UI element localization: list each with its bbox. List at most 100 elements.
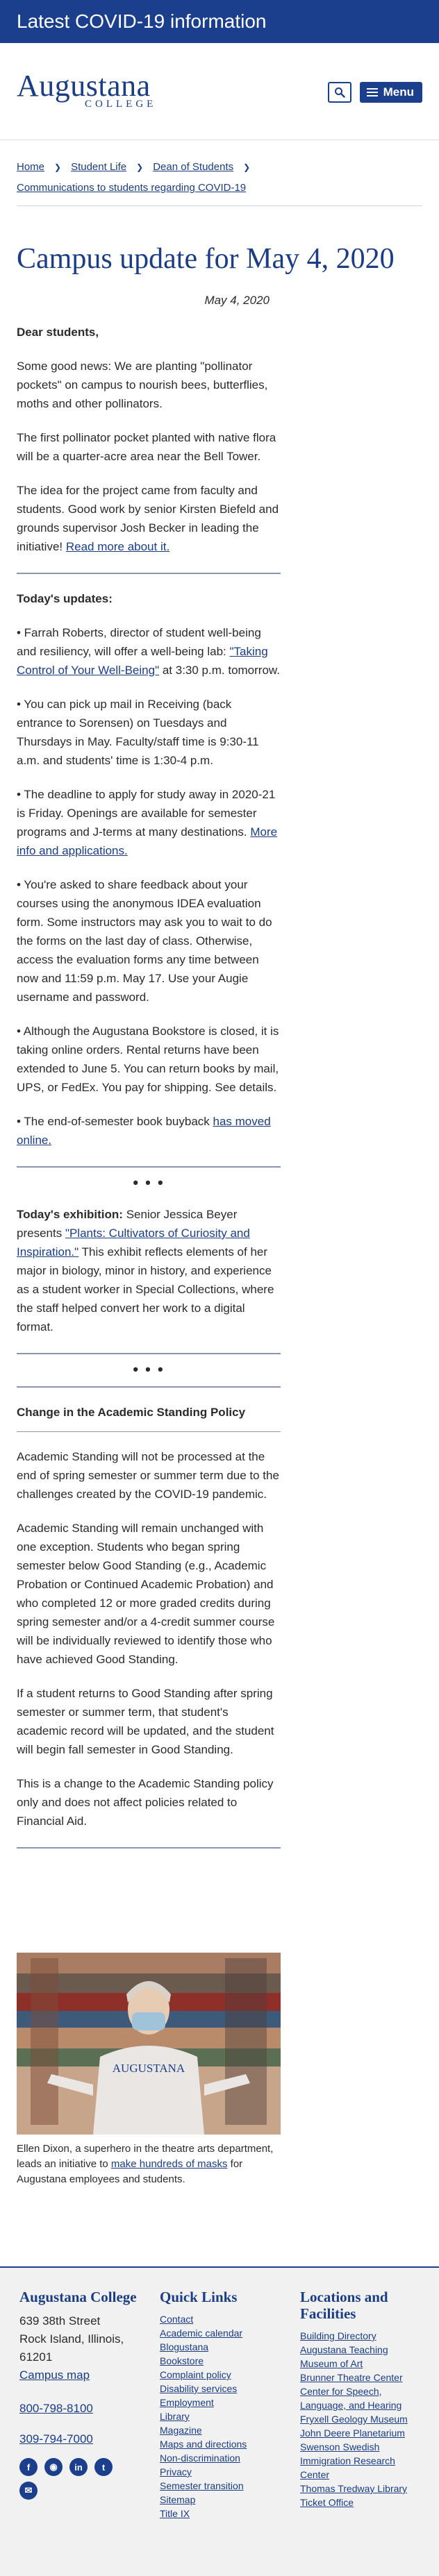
policy-paragraph: Academic Standing will remain unchanged … <box>17 1522 275 1666</box>
address-line: 639 38th Street <box>19 2314 101 2327</box>
photo-illustration: AUGUSTANA <box>17 1953 281 2135</box>
page-title: Campus update for May 4, 2020 <box>17 243 395 275</box>
intro-paragraph-1: Some good news: We are planting "pollina… <box>17 360 268 410</box>
quick-link[interactable]: Contact <box>160 2312 285 2326</box>
quick-link[interactable]: Bookstore <box>160 2354 285 2368</box>
location-link[interactable]: Fryxell Geology Museum <box>300 2412 425 2426</box>
instagram-icon[interactable]: ◉ <box>44 2458 63 2476</box>
policy-paragraph: This is a change to the Academic Standin… <box>17 1777 274 1828</box>
footer-contact: Augustana College 639 38th Street Rock I… <box>19 2289 151 2500</box>
policy-heading: Change in the Academic Standing Policy <box>17 1406 246 1419</box>
header-tools: Menu <box>327 82 422 103</box>
update-item: • You can pick up mail in Receiving (bac… <box>17 698 259 767</box>
shirt-text: AUGUSTANA <box>113 2062 185 2075</box>
section-divider <box>17 573 281 574</box>
section-divider <box>17 1431 281 1432</box>
read-more-link[interactable]: Read more about it. <box>66 540 169 553</box>
quick-link[interactable]: Privacy <box>160 2465 285 2479</box>
post-date: May 4, 2020 <box>204 294 270 307</box>
breadcrumb-home[interactable]: Home <box>17 157 44 178</box>
section-divider <box>17 1166 281 1168</box>
updates-section: Today's updates: • Farrah Roberts, direc… <box>17 589 281 1150</box>
update-text: • Farrah Roberts, director of student we… <box>17 626 261 658</box>
site-footer: Augustana College 639 38th Street Rock I… <box>0 2266 439 2576</box>
exhibition-paragraph: Today's exhibition: Senior Jessica Beyer… <box>17 1205 281 1336</box>
address-line: 61201 <box>19 2350 53 2364</box>
quick-link[interactable]: Magazine <box>160 2423 285 2437</box>
breadcrumb-student-life[interactable]: Student Life <box>71 157 126 178</box>
chevron-right-icon: ❯ <box>136 162 144 172</box>
exhibition-text-tail: This exhibit reflects elements of her ma… <box>17 1245 274 1333</box>
location-link[interactable]: Ticket Office <box>300 2495 425 2509</box>
location-link[interactable]: Brunner Theatre Center <box>300 2371 425 2384</box>
covid-alert-link[interactable]: Latest COVID-19 information <box>17 10 267 33</box>
policy-section: Change in the Academic Standing Policy A… <box>17 1386 281 1830</box>
quick-link[interactable]: Employment <box>160 2396 285 2409</box>
section-ellipsis: • • • <box>133 1361 165 1378</box>
section-divider <box>17 1353 281 1354</box>
section-divider <box>17 1386 281 1388</box>
site-header: Augustana COLLEGE Menu <box>0 43 439 140</box>
breadcrumb-dean-of-students[interactable]: Dean of Students <box>153 157 233 178</box>
breadcrumb-covid-communications[interactable]: Communications to students regarding COV… <box>17 178 246 199</box>
quick-link[interactable]: Blogustana <box>160 2340 285 2354</box>
locations-heading: Locations and Facilities <box>300 2289 388 2322</box>
policy-paragraph: If a student returns to Good Standing af… <box>17 1687 274 1756</box>
quick-link[interactable]: Sitemap <box>160 2493 285 2507</box>
quick-link[interactable]: Library <box>160 2409 285 2423</box>
augustana-logo[interactable]: Augustana COLLEGE <box>17 69 157 110</box>
article-body: Dear students, Some good news: We are pl… <box>17 323 281 556</box>
breadcrumb: Home ❯ Student Life ❯ Dean of Students ❯… <box>0 140 439 206</box>
location-link[interactable]: Building Directory <box>300 2329 425 2343</box>
chevron-right-icon: ❯ <box>243 162 251 172</box>
quick-link[interactable]: Semester transition <box>160 2479 285 2493</box>
quick-link[interactable]: Complaint policy <box>160 2368 285 2382</box>
hamburger-icon <box>366 88 378 96</box>
covid-alert-bar[interactable]: Latest COVID-19 information <box>0 0 439 43</box>
intro-paragraph-2: The first pollinator pocket planted with… <box>17 431 276 463</box>
linkedin-icon[interactable]: in <box>69 2458 88 2476</box>
update-item: • The deadline to apply for study away i… <box>17 785 281 860</box>
update-text-tail: at 3:30 p.m. tomorrow. <box>159 664 280 677</box>
salutation: Dear students, <box>17 326 99 339</box>
location-link[interactable]: Center for Speech, Language, and Hearing <box>300 2384 425 2412</box>
location-link[interactable]: Thomas Tredway Library <box>300 2482 425 2495</box>
quick-link[interactable]: Title IX <box>160 2507 285 2520</box>
menu-button[interactable]: Menu <box>359 82 422 103</box>
search-button[interactable] <box>327 82 351 103</box>
footer-quick-links: Quick Links Contact Academic calendar Bl… <box>160 2289 285 2520</box>
exhibition-label: Today's exhibition: <box>17 1208 123 1221</box>
footer-address: 639 38th Street Rock Island, Illinois, 6… <box>19 2312 151 2366</box>
location-link[interactable]: Augustana Teaching Museum of Art <box>300 2343 425 2371</box>
update-item: • You're asked to share feedback about y… <box>17 878 272 1004</box>
quick-link[interactable]: Non-discrimination <box>160 2451 285 2465</box>
quick-link[interactable]: Disability services <box>160 2382 285 2396</box>
exhibition-section: Today's exhibition: Senior Jessica Beyer… <box>17 1205 281 1336</box>
photo-block: AUGUSTANA Ellen Dixon, a superhero in th… <box>17 1953 281 2187</box>
quick-link[interactable]: Academic calendar <box>160 2326 285 2340</box>
logo-sub: COLLEGE <box>85 99 157 110</box>
email-icon[interactable]: ✉ <box>19 2482 38 2500</box>
update-text: • The deadline to apply for study away i… <box>17 788 276 839</box>
menu-label: Menu <box>383 85 414 99</box>
masks-link[interactable]: make hundreds of masks <box>111 2158 228 2170</box>
policy-paragraph: Academic Standing will not be processed … <box>17 1450 279 1501</box>
social-links: f ◉ in t <box>19 2458 151 2476</box>
chevron-right-icon: ❯ <box>54 162 62 172</box>
logo-name: Augustana <box>17 69 151 103</box>
intro-paragraph-3: The idea for the project came from facul… <box>17 481 281 556</box>
quick-link[interactable]: Maps and directions <box>160 2437 285 2451</box>
section-divider <box>17 1847 281 1849</box>
update-text: • The end-of-semester book buyback <box>17 1115 213 1128</box>
campus-map-link[interactable]: Campus map <box>19 2366 151 2384</box>
twitter-icon[interactable]: t <box>94 2458 113 2476</box>
phone-link-1[interactable]: 800-798-8100 <box>19 2400 151 2418</box>
social-links-row-2: ✉ <box>19 2482 151 2500</box>
facebook-icon[interactable]: f <box>19 2458 38 2476</box>
location-link[interactable]: John Deere Planetarium <box>300 2426 425 2440</box>
update-item: • Farrah Roberts, director of student we… <box>17 623 281 680</box>
photo-caption: Ellen Dixon, a superhero in the theatre … <box>17 2141 281 2187</box>
location-link[interactable]: Swenson Swedish Immigration Research Cen… <box>300 2440 425 2482</box>
phone-link-2[interactable]: 309-794-7000 <box>19 2430 151 2448</box>
main-content: Campus update for May 4, 2020 May 4, 202… <box>0 242 439 2187</box>
